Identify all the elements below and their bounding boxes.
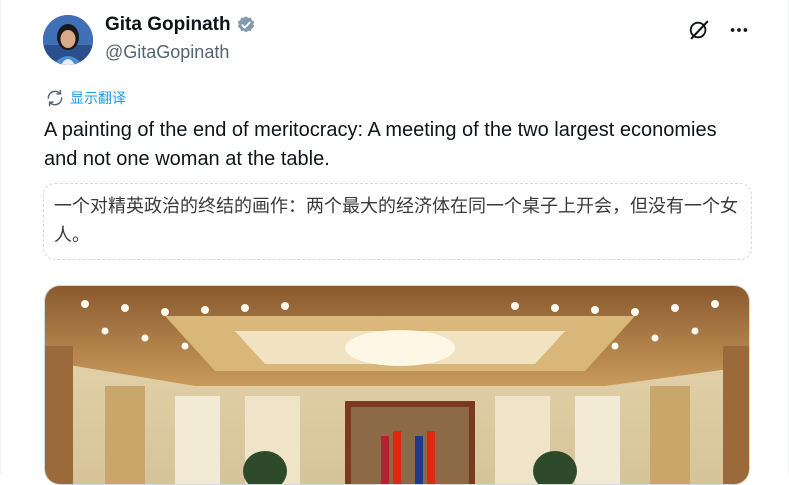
more-icon[interactable] (726, 17, 752, 43)
tweet-photo[interactable] (44, 285, 750, 485)
tweet-text: A painting of the end of meritocracy: A … (44, 119, 717, 170)
show-translation-label: 显示翻译 (70, 90, 126, 106)
avatar[interactable] (43, 15, 93, 65)
name-row: Gita Gopinath (105, 14, 256, 36)
verified-badge-icon (236, 15, 256, 35)
tweet-actions-top (686, 17, 752, 43)
user-handle[interactable]: @GitaGopinath (105, 42, 229, 63)
translation-box: 一个对精英政治的终结的画作：两个最大的经济体在同一个桌子上开会，但没有一个女人。 (43, 183, 752, 260)
display-name[interactable]: Gita Gopinath (105, 14, 231, 36)
translate-icon (47, 89, 63, 107)
grok-icon[interactable] (686, 17, 712, 43)
tweet-card: Gita Gopinath @GitaGopinath 显示翻译 A paint… (0, 0, 789, 485)
show-translation-link[interactable]: 显示翻译 (45, 88, 126, 108)
